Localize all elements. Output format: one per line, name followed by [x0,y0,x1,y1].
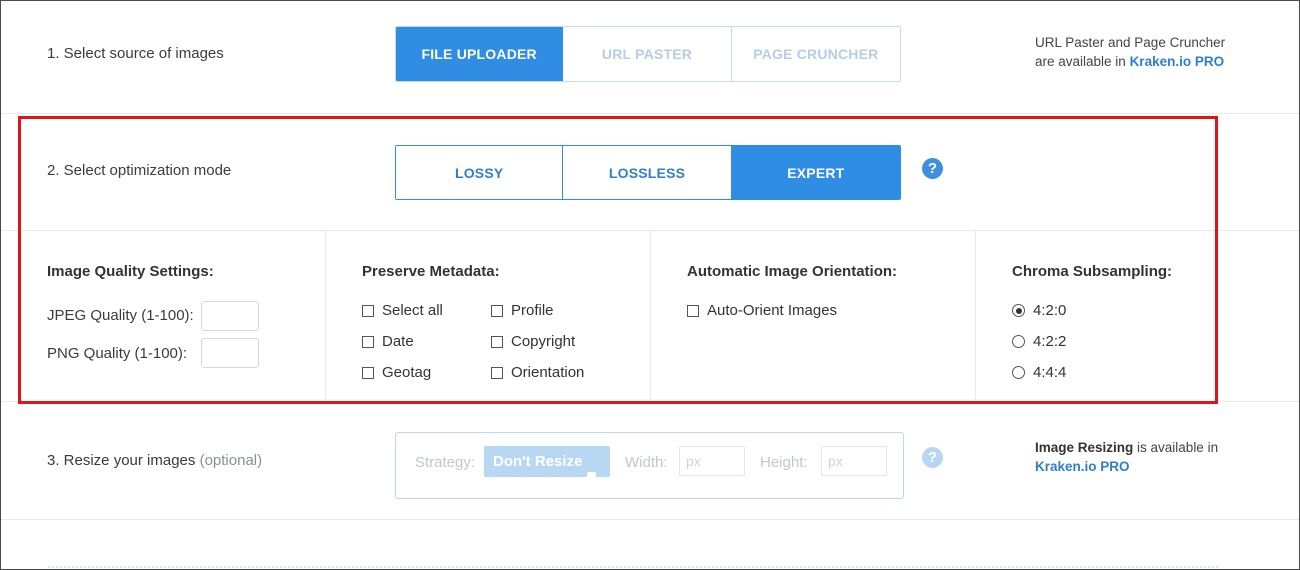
optional-label: (optional) [199,452,263,469]
checkbox-icon [687,304,699,317]
mode-expert-button[interactable]: EXPERT [731,146,900,199]
width-label: Width: [625,454,668,471]
pro-note: URL Paster and Page Cruncher are availab… [1035,33,1225,71]
checkbox-icon [362,304,374,317]
png-quality-input[interactable] [201,338,259,368]
mode-selector: LOSSY LOSSLESS EXPERT [395,145,901,200]
checkbox-icon [491,304,503,317]
metadata-copyright-checkbox[interactable]: Copyright [491,333,575,350]
metadata-select-all-checkbox[interactable]: Select all [362,302,443,319]
radio-icon [1012,366,1025,379]
strategy-select[interactable]: Don't Resize [484,446,610,477]
height-input[interactable]: px [821,446,887,476]
step3-label: 3. Resize your images (optional) [47,452,262,469]
mode-lossless-button[interactable]: LOSSLESS [563,146,732,199]
tab-file-uploader[interactable]: FILE UPLOADER [396,27,564,81]
resize-panel: Strategy: Don't Resize Width: px Height:… [395,432,904,499]
image-resizing-label: Image Resizing [1035,440,1134,455]
dropdown-caret-icon [587,472,596,477]
metadata-date-checkbox[interactable]: Date [362,333,414,350]
jpeg-quality-label: JPEG Quality (1-100): [47,307,194,324]
png-quality-label: PNG Quality (1-100): [47,345,188,362]
step1-label: 1. Select source of images [47,45,224,62]
kraken-pro-link[interactable]: Kraken.io PRO [1035,457,1218,476]
bottom-divider [48,566,1218,568]
chroma-420-radio[interactable]: 4:2:0 [1012,302,1066,319]
metadata-orientation-checkbox[interactable]: Orientation [491,364,584,381]
kraken-pro-link[interactable]: Kraken.io PRO [1130,54,1225,69]
tab-url-paster[interactable]: URL PASTER [563,27,732,81]
checkbox-icon [491,335,503,348]
chroma-subsampling-title: Chroma Subsampling: [1012,263,1173,280]
preserve-metadata-title: Preserve Metadata: [362,263,500,280]
tab-page-cruncher[interactable]: PAGE CRUNCHER [731,27,900,81]
metadata-profile-checkbox[interactable]: Profile [491,302,554,319]
radio-selected-icon [1012,304,1025,317]
chroma-422-radio[interactable]: 4:2:2 [1012,333,1066,350]
auto-orientation-title: Automatic Image Orientation: [687,263,898,280]
radio-icon [1012,335,1025,348]
help-icon[interactable]: ? [922,447,943,468]
image-quality-title: Image Quality Settings: [47,263,214,280]
width-input[interactable]: px [679,446,745,476]
resize-note-text: is available in [1133,440,1219,455]
row-divider [0,401,1300,402]
row-divider [0,519,1300,520]
row-divider [0,113,1300,114]
metadata-geotag-checkbox[interactable]: Geotag [362,364,431,381]
source-selector: FILE UPLOADER URL PASTER PAGE CRUNCHER [395,26,901,82]
help-icon[interactable]: ? [922,158,943,179]
pro-note-line1: URL Paster and Page Cruncher [1035,35,1226,50]
resize-pro-note: Image Resizing is available in Kraken.io… [1035,438,1218,476]
auto-orient-checkbox[interactable]: Auto-Orient Images [687,302,837,319]
chroma-444-radio[interactable]: 4:4:4 [1012,364,1066,381]
step3-title: 3. Resize your images [47,452,196,469]
column-divider [975,231,976,401]
height-label: Height: [760,454,808,471]
column-divider [650,231,651,401]
mode-lossy-button[interactable]: LOSSY [396,146,564,199]
pro-note-line2: are available in [1035,54,1130,69]
checkbox-icon [362,366,374,379]
strategy-label: Strategy: [415,454,476,471]
jpeg-quality-input[interactable] [201,301,259,331]
column-divider [325,231,326,401]
checkbox-icon [491,366,503,379]
checkbox-icon [362,335,374,348]
step2-label: 2. Select optimization mode [47,162,232,179]
